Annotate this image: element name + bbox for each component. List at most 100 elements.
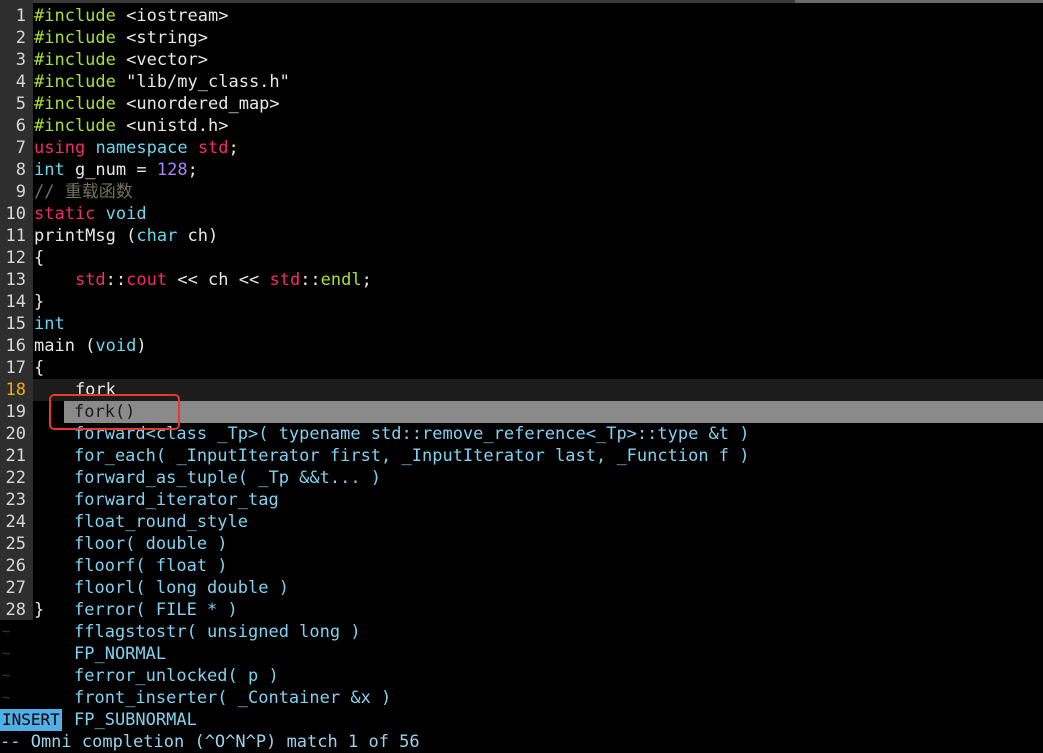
completion-item[interactable]: forward<class _Tp>( typename std::remove… (64, 423, 1043, 445)
completion-item[interactable]: FP_NORMAL (64, 643, 1043, 665)
completion-item[interactable]: FP_SUBNORMAL (64, 709, 1043, 731)
completion-item[interactable]: ferror_unlocked( p ) (64, 665, 1043, 687)
line-number: 4 (15, 72, 26, 92)
line-code: } (34, 599, 44, 621)
line-code: std::cout << ch << std::endl; (34, 269, 372, 291)
line-number: 25 (5, 534, 26, 554)
line-number: 10 (5, 204, 26, 224)
line-code: printMsg (char ch) (34, 225, 218, 247)
code-token: main ( (34, 336, 96, 356)
tilde-marker: ~ (2, 668, 11, 684)
tilde-marker: ~ (2, 624, 11, 640)
code-token: static (34, 204, 96, 224)
code-token: <iostream> (115, 6, 229, 26)
completion-item[interactable]: floor( double ) (64, 533, 1043, 555)
code-token: <string> (115, 28, 209, 48)
line-code: { (34, 247, 44, 269)
line-number: 28 (5, 600, 26, 620)
code-token: << ch << (167, 270, 270, 290)
code-token: <unistd.h> (115, 116, 229, 136)
tilde-marker: ~ (2, 646, 11, 662)
line-code: using namespace std; (34, 137, 239, 159)
code-token: std (74, 270, 106, 290)
code-token: ; (228, 138, 239, 158)
code-token: g_num = (64, 160, 157, 180)
line-code: } (34, 291, 44, 313)
line-number: 12 (5, 248, 26, 268)
code-token: int (34, 314, 65, 334)
code-token: } (34, 600, 45, 620)
code-token: ch) (177, 226, 219, 246)
completion-item[interactable]: floorf( float ) (64, 555, 1043, 577)
line-code: #include <iostream> (34, 5, 228, 27)
code-token: printMsg ( (34, 226, 137, 246)
tilde-marker: ~ (2, 690, 11, 706)
line-number: 18 (5, 380, 26, 400)
completion-item[interactable]: forward_iterator_tag (64, 489, 1043, 511)
status-message: -- Omni completion (^O^N^P) match 1 of 5… (0, 732, 420, 752)
line-number: 8 (15, 160, 26, 180)
line-code: main (void) (34, 335, 147, 357)
code-token: void (105, 204, 147, 224)
line-code: static void (34, 203, 147, 225)
completion-item[interactable]: fork() (64, 401, 1043, 423)
line-code: #include <unordered_map> (34, 93, 280, 115)
line-number: 26 (5, 556, 26, 576)
line-number: 27 (5, 578, 26, 598)
completion-item[interactable]: float_round_style (64, 511, 1043, 533)
code-token: void (95, 336, 137, 356)
code-token: :: (300, 270, 321, 290)
line-number: 15 (5, 314, 26, 334)
code-token: ) (136, 336, 147, 356)
completion-item[interactable]: forward_as_tuple( _Tp &&t... ) (64, 467, 1043, 489)
code-token: char (136, 226, 178, 246)
code-token: cout (126, 270, 168, 290)
line-number: 22 (5, 468, 26, 488)
code-token: } (34, 292, 45, 312)
code-token: ; (361, 270, 372, 290)
line-number: 24 (5, 512, 26, 532)
line-code: int g_num = 128; (34, 159, 198, 181)
line-number: 9 (15, 182, 26, 202)
line-number: 7 (15, 138, 26, 158)
code-token: int (34, 160, 65, 180)
mode-indicator: INSERT (0, 709, 62, 731)
line-number: 1 (15, 6, 26, 26)
cursor-line-highlight (33, 379, 1043, 401)
line-number: 6 (15, 116, 26, 136)
annotation-highlight-box (49, 394, 180, 430)
code-token: { (34, 358, 45, 378)
line-code: { (34, 357, 44, 379)
code-token: ; (187, 160, 198, 180)
code-token: <vector> (115, 50, 209, 70)
code-token: #include (34, 28, 116, 48)
code-token: { (34, 248, 45, 268)
code-token: 128 (156, 160, 188, 180)
code-token: #include (34, 50, 116, 70)
line-code: #include <string> (34, 27, 208, 49)
line-number: 16 (5, 336, 26, 356)
line-number: 17 (5, 358, 26, 378)
line-number: 14 (5, 292, 26, 312)
code-token: endl (320, 270, 362, 290)
line-number: 2 (15, 28, 26, 48)
code-token: #include (34, 94, 116, 114)
line-number: 13 (5, 270, 26, 290)
line-number: 3 (15, 50, 26, 70)
completion-item[interactable]: fflagstostr( unsigned long ) (64, 621, 1043, 643)
completion-item[interactable]: ferror( FILE * ) (64, 599, 1043, 621)
completion-item[interactable]: floorl( long double ) (64, 577, 1043, 599)
line-code: int (34, 313, 65, 335)
completion-item[interactable]: front_inserter( _Container &x ) (64, 687, 1043, 709)
completion-item[interactable]: for_each( _InputIterator first, _InputIt… (64, 445, 1043, 467)
line-code: #include <vector> (34, 49, 208, 71)
line-code: // 重载函数 (34, 181, 133, 203)
window-top-border (0, 0, 1043, 3)
code-token: :: (105, 270, 127, 290)
code-token: namespace (95, 138, 188, 158)
code-token: #include (34, 116, 116, 136)
line-number: 19 (5, 402, 26, 422)
